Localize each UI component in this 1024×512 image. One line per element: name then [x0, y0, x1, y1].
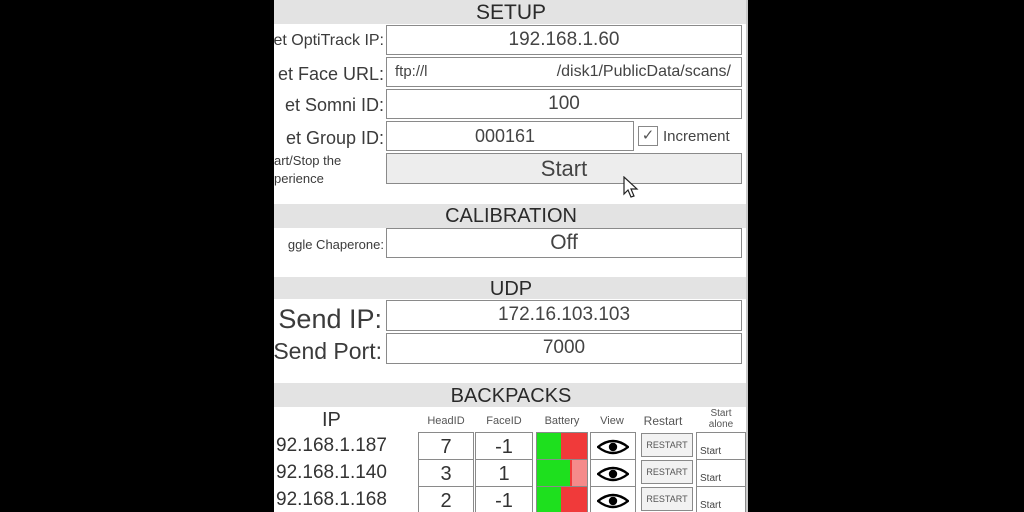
- battery-indicator: [536, 432, 588, 460]
- start-button[interactable]: Start: [386, 153, 742, 184]
- send-ip-label: Send IP:: [278, 304, 382, 334]
- checkmark-icon: ✓: [641, 127, 655, 144]
- col-header-view: View: [600, 415, 624, 427]
- optitrack-ip-input[interactable]: 192.168.1.60: [386, 25, 742, 55]
- send-ip-input[interactable]: 172.16.103.103: [386, 300, 742, 331]
- restart-button[interactable]: RESTART: [641, 460, 693, 484]
- udp-heading: UDP: [489, 278, 533, 300]
- row-faceid[interactable]: 1: [475, 459, 533, 487]
- row-faceid[interactable]: -1: [475, 486, 533, 512]
- mouse-cursor-icon: [623, 176, 639, 198]
- optitrack-ip-label: et OptiTrack IP:: [274, 32, 384, 49]
- group-id-input[interactable]: 000161: [386, 121, 634, 151]
- setup-header: SETUP: [274, 0, 748, 24]
- row-ip: 92.168.1.187: [276, 435, 387, 456]
- view-button[interactable]: [590, 432, 636, 460]
- col-header-headid: HeadID: [427, 415, 465, 427]
- view-button[interactable]: [590, 486, 636, 512]
- face-url-prefix: ftp://l: [395, 63, 428, 80]
- battery-fill-charged: [537, 433, 561, 459]
- row-headid[interactable]: 2: [418, 486, 474, 512]
- send-port-input[interactable]: 7000: [386, 333, 742, 364]
- row-ip: 92.168.1.168: [276, 489, 387, 510]
- face-url-suffix: /disk1/PublicData/scans/: [556, 63, 731, 80]
- udp-header: UDP: [274, 277, 748, 300]
- backpacks-heading: BACKPACKS: [450, 385, 572, 407]
- battery-fill-charged: [537, 487, 561, 512]
- start-stop-label: art/Stop the perience: [274, 153, 342, 186]
- col-header-faceid: FaceID: [486, 415, 522, 427]
- start-alone-button[interactable]: Start: [696, 432, 746, 460]
- col-header-ip: IP: [322, 409, 341, 431]
- eye-icon: [597, 466, 629, 482]
- face-url-label: et Face URL:: [277, 64, 384, 84]
- calibration-heading: CALIBRATION: [445, 205, 577, 227]
- eye-icon: [597, 439, 629, 455]
- col-header-start-alone: Start alone: [708, 408, 734, 430]
- restart-button[interactable]: RESTART: [641, 487, 693, 511]
- face-url-input[interactable]: ftp://l /disk1/PublicData/scans/: [386, 57, 742, 87]
- battery-fill-empty-light: [572, 460, 587, 486]
- eye-icon: [597, 493, 629, 509]
- restart-button[interactable]: RESTART: [641, 433, 693, 457]
- increment-checkbox[interactable]: ✓: [638, 126, 658, 146]
- group-id-label: et Group ID:: [285, 128, 384, 148]
- row-headid[interactable]: 7: [418, 432, 474, 460]
- panel-right-edge: [746, 0, 748, 512]
- battery-indicator: [536, 459, 588, 487]
- battery-indicator: [536, 486, 588, 512]
- calibration-header: CALIBRATION: [274, 204, 748, 228]
- settings-panel: SETUP et OptiTrack IP: 192.168.1.60 et F…: [274, 0, 748, 512]
- col-header-battery: Battery: [544, 415, 580, 427]
- row-faceid[interactable]: -1: [475, 432, 533, 460]
- start-alone-button[interactable]: Start: [696, 486, 746, 512]
- chaperone-label: ggle Chaperone:: [287, 237, 384, 252]
- backpacks-header: BACKPACKS: [274, 383, 748, 407]
- chaperone-toggle-button[interactable]: Off: [386, 228, 742, 258]
- view-button[interactable]: [590, 459, 636, 487]
- row-ip: 92.168.1.140: [276, 462, 387, 483]
- start-alone-button[interactable]: Start: [696, 459, 746, 487]
- somni-id-input[interactable]: 100: [386, 89, 742, 119]
- row-headid[interactable]: 3: [418, 459, 474, 487]
- increment-label: Increment: [663, 128, 730, 145]
- col-header-restart: Restart: [643, 414, 683, 428]
- setup-heading: SETUP: [475, 1, 546, 24]
- battery-fill-charged: [537, 460, 570, 486]
- somni-id-label: et Somni ID:: [284, 95, 384, 115]
- battery-fill-empty: [561, 487, 587, 512]
- send-port-label: Send Port:: [274, 338, 382, 364]
- battery-fill-empty: [561, 433, 587, 459]
